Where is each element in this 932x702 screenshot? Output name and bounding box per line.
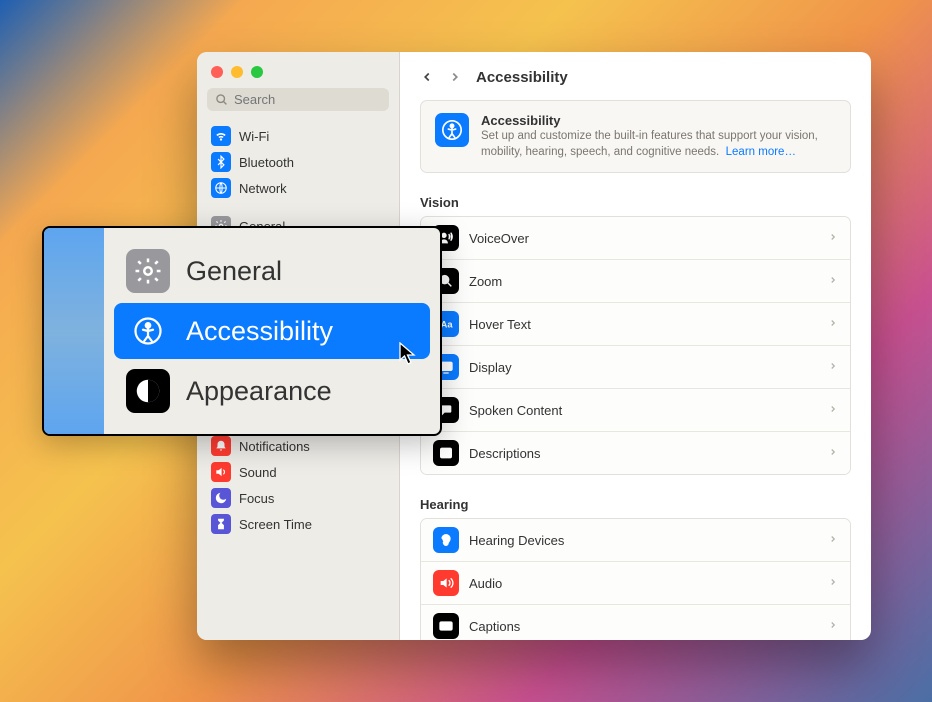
sidebar-group: Notifications Sound Focus Screen Time [203,433,393,537]
sidebar-item-bluetooth[interactable]: Bluetooth [203,149,393,175]
zoom-background-strip [44,228,104,434]
zoom-item-label: Accessibility [186,316,333,347]
row-label: Captions [469,619,818,634]
sidebar-item-label: Notifications [239,439,310,454]
sidebar-item-label: Network [239,181,287,196]
moon-icon [211,488,231,508]
chevron-right-icon [828,230,838,247]
chevron-right-icon [828,445,838,462]
zoom-item-accessibility[interactable]: Accessibility [114,303,430,359]
sidebar-item-label: Focus [239,491,274,506]
zoom-item-appearance[interactable]: Appearance [114,363,430,419]
list-row-descriptions[interactable]: Descriptions [421,432,850,474]
desc-icon [433,440,459,466]
toolbar: Accessibility [400,52,871,96]
network-icon [211,178,231,198]
speaker-icon [211,462,231,482]
accessibility-icon [435,113,469,147]
zoom-inner: General Accessibility Appearance [104,228,440,434]
row-label: Spoken Content [469,403,818,418]
sidebar-item-label: Screen Time [239,517,312,532]
chevron-right-icon [828,316,838,333]
sections-container: Vision VoiceOver Zoom Aa Hover Text Display Sp… [420,195,851,640]
sidebar-item-label: Wi-Fi [239,129,269,144]
bell-icon [211,436,231,456]
minimize-button[interactable] [231,66,243,78]
sidebar-item-label: Sound [239,465,277,480]
list-row-hearing-devices[interactable]: Hearing Devices [421,519,850,562]
sidebar-group: Wi-Fi Bluetooth Network [203,123,393,201]
list-row-spoken-content[interactable]: Spoken Content [421,389,850,432]
info-card: Accessibility Set up and customize the b… [420,100,851,173]
list-row-audio[interactable]: Audio [421,562,850,605]
bluetooth-icon [211,152,231,172]
list-row-display[interactable]: Display [421,346,850,389]
list-group: VoiceOver Zoom Aa Hover Text Display Spoken C… [420,216,851,475]
cursor-icon [399,342,417,369]
person-icon [126,309,170,353]
row-label: Hearing Devices [469,533,818,548]
caption-icon [433,613,459,639]
row-label: Audio [469,576,818,591]
hourglass-icon [211,514,231,534]
row-label: Display [469,360,818,375]
chevron-right-icon [828,273,838,290]
sidebar-item-notifications[interactable]: Notifications [203,433,393,459]
chevron-right-icon [828,575,838,592]
list-row-hover-text[interactable]: Aa Hover Text [421,303,850,346]
sidebar-item-label: Bluetooth [239,155,294,170]
zoom-item-label: Appearance [186,376,332,407]
sidebar-item-network[interactable]: Network [203,175,393,201]
chevron-right-icon [828,402,838,419]
chevron-right-icon [828,618,838,635]
list-group: Hearing Devices Audio Captions [420,518,851,640]
learn-more-link[interactable]: Learn more… [726,146,796,158]
chevron-right-icon [828,359,838,376]
window-controls [197,52,399,88]
sidebar-item-sound[interactable]: Sound [203,459,393,485]
ear-icon [433,527,459,553]
zoom-magnifier-overlay: General Accessibility Appearance [42,226,442,436]
info-text: Accessibility Set up and customize the b… [481,113,836,160]
fullscreen-button[interactable] [251,66,263,78]
gear-icon [126,249,170,293]
wifi-icon [211,126,231,146]
zoom-item-general[interactable]: General [114,243,430,299]
list-row-voiceover[interactable]: VoiceOver [421,217,850,260]
search-field[interactable] [207,88,389,111]
zoom-item-label: General [186,256,282,287]
sidebar-item-focus[interactable]: Focus [203,485,393,511]
row-label: Hover Text [469,317,818,332]
info-description: Set up and customize the built-in featur… [481,129,836,160]
search-icon [215,93,228,106]
back-button[interactable] [416,66,438,88]
sidebar-item-screen-time[interactable]: Screen Time [203,511,393,537]
page-title: Accessibility [476,69,568,86]
row-label: Descriptions [469,446,818,461]
svg-text:Aa: Aa [441,319,454,329]
audio-icon [433,570,459,596]
row-label: VoiceOver [469,231,818,246]
forward-button[interactable] [444,66,466,88]
list-row-zoom[interactable]: Zoom [421,260,850,303]
sidebar-item-wi-fi[interactable]: Wi-Fi [203,123,393,149]
list-row-captions[interactable]: Captions [421,605,850,640]
row-label: Zoom [469,274,818,289]
contrast-icon [126,369,170,413]
search-input[interactable] [234,92,410,107]
content-pane: Accessibility Accessibility Set up and c… [400,52,871,640]
info-title: Accessibility [481,113,836,128]
content-body: Accessibility Set up and customize the b… [400,96,871,640]
close-button[interactable] [211,66,223,78]
chevron-right-icon [448,70,462,84]
section-title: Hearing [420,497,851,512]
chevron-right-icon [828,532,838,549]
chevron-left-icon [420,70,434,84]
section-title: Vision [420,195,851,210]
